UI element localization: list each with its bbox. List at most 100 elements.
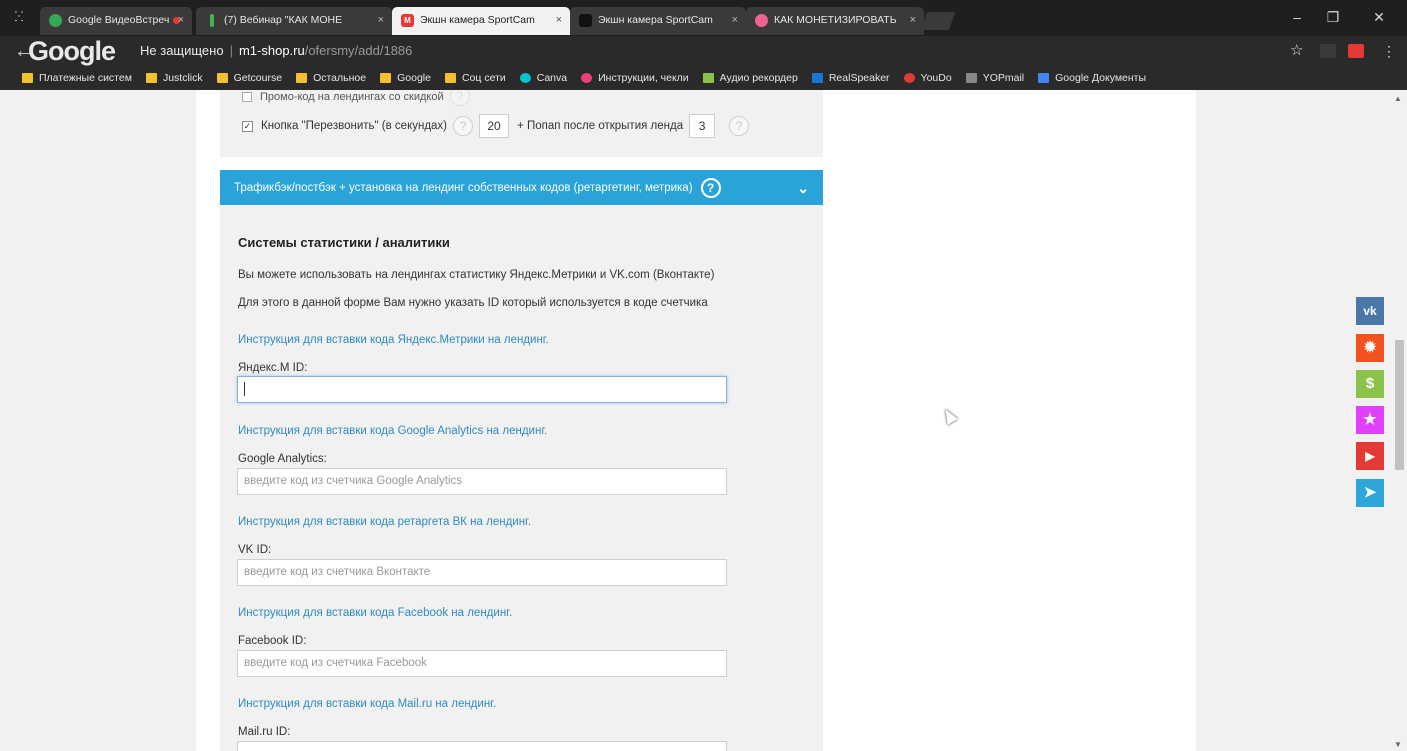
scroll-up-arrow-icon[interactable]: ▲	[1394, 94, 1402, 103]
yandex-id-input[interactable]	[237, 376, 727, 403]
settings-share-button[interactable]: ✹	[1356, 334, 1384, 362]
star-icon: ★	[1363, 411, 1377, 428]
popup-label: + Попап после открытия лендa	[517, 120, 684, 132]
bookmark-label: Остальное	[313, 72, 367, 84]
bookmark-justclick[interactable]: Justclick	[145, 72, 203, 84]
bookmark-payment[interactable]: Платежные систем	[22, 72, 132, 84]
restore-icon[interactable]: ❐	[1318, 6, 1348, 28]
bookmark-youdo[interactable]: YouDo	[903, 72, 952, 84]
bookmark-label: Платежные систем	[39, 72, 132, 84]
folder-icon	[380, 73, 392, 83]
telegram-icon: ➤	[1363, 484, 1377, 501]
bookmark-yopmail[interactable]: YOPmail	[965, 72, 1024, 84]
callback-checkbox[interactable]: ✓	[242, 120, 253, 132]
tab-sportcam[interactable]: Экшн камера SportCam ×	[570, 7, 746, 35]
bookmark-other[interactable]: Остальное	[296, 72, 366, 84]
bookmark-instructions[interactable]: Инструкции, чекли	[581, 72, 689, 84]
browser-menu-icon[interactable]: ⋮	[1382, 42, 1396, 60]
help-icon[interactable]: ?	[449, 90, 470, 106]
tab-webinar[interactable]: (7) Вебинар "КАК МОНЕ ×	[196, 7, 392, 35]
mailru-instruction-link[interactable]: Инструкция для вставки кода Mail.ru на л…	[238, 698, 496, 710]
google-analytics-label: Google Analytics:	[238, 453, 327, 465]
bookmark-label: Аудио рекордер	[719, 72, 798, 84]
mailru-id-label: Mail.ru ID:	[238, 726, 291, 738]
vk-id-input[interactable]: введите код из счетчика Вконтакте	[237, 559, 727, 586]
close-tab-icon[interactable]: ×	[732, 7, 738, 33]
close-tab-icon[interactable]: ×	[178, 7, 184, 33]
bookmark-label: Соц сети	[461, 72, 506, 84]
bookmark-canva[interactable]: Canva	[519, 72, 567, 84]
close-tab-icon[interactable]: ×	[910, 7, 916, 33]
google-meet-favicon-icon	[49, 14, 62, 27]
promo-code-row[interactable]: Промо-код на лендингах со скидкой?	[242, 90, 476, 106]
extension-icon[interactable]	[1320, 44, 1336, 58]
security-indicator[interactable]: Не защищено	[140, 43, 224, 58]
realspeaker-icon	[811, 73, 823, 83]
close-window-icon[interactable]: ✕	[1364, 6, 1394, 28]
address-bar[interactable]: Не защищено | m1-shop.ru/ofersmy/add/1886	[140, 42, 412, 60]
help-icon[interactable]: ?	[453, 116, 474, 136]
bookmark-google[interactable]: Google	[380, 72, 431, 84]
tab-title: (7) Вебинар "КАК МОНЕ	[224, 14, 343, 26]
bookmark-label: Google	[397, 72, 431, 84]
incognito-icon[interactable]: ⵘ	[8, 6, 30, 28]
bookmark-realspeaker[interactable]: RealSpeaker	[811, 72, 890, 84]
star-share-button[interactable]: ★	[1356, 406, 1384, 434]
popup-value-input[interactable]: 3	[689, 114, 716, 138]
scroll-thumb[interactable]	[1395, 340, 1404, 470]
page-favicon-icon	[579, 14, 592, 27]
address-host: m1-shop.ru	[238, 43, 305, 58]
tab-sportcam-active[interactable]: M Экшн камера SportCam ×	[392, 7, 570, 35]
promo-checkbox[interactable]	[242, 92, 252, 103]
new-tab-button[interactable]	[920, 12, 956, 30]
yopmail-icon	[965, 73, 977, 83]
yandex-instruction-link[interactable]: Инструкция для вставки кода Яндекс.Метри…	[238, 334, 549, 346]
vk-instruction-link[interactable]: Инструкция для вставки кода ретаргета ВК…	[238, 516, 531, 528]
tab-title: Экшн камера SportCam	[598, 14, 713, 26]
callback-seconds-input[interactable]: 20	[479, 114, 510, 138]
money-share-button[interactable]: $	[1356, 370, 1384, 398]
google-analytics-input[interactable]: введите код из счетчика Google Analytics	[237, 468, 727, 495]
extension-red-icon[interactable]	[1348, 44, 1364, 58]
facebook-id-label: Facebook ID:	[238, 635, 307, 647]
close-tab-icon[interactable]: ×	[556, 7, 562, 33]
bookmark-audio-recorder[interactable]: Аудио рекордер	[702, 72, 798, 84]
tab-google-meet[interactable]: Google ВидеоВстреч ×	[40, 7, 192, 35]
youtube-icon: ▶	[1365, 449, 1375, 463]
m1-favicon-icon: M	[401, 14, 414, 27]
folder-icon	[444, 73, 456, 83]
facebook-id-input[interactable]: введите код из счетчика Facebook	[237, 650, 727, 677]
accordion-title: Трафикбэк/постбэк + установка на лендинг…	[234, 182, 693, 194]
folder-icon	[216, 73, 228, 83]
telegram-share-button[interactable]: ➤	[1356, 479, 1384, 507]
tab-monetize[interactable]: КАК МОНЕТИЗИРОВАТЬ ×	[746, 7, 924, 35]
canva-icon	[519, 73, 531, 83]
facebook-instruction-link[interactable]: Инструкция для вставки кода Facebook на …	[238, 607, 512, 619]
google-logo-watermark: Google	[28, 36, 116, 66]
help-icon[interactable]: ?	[729, 116, 750, 136]
callback-row: ✓ Кнопка "Перезвонить" (в секундах) ? 20…	[242, 114, 755, 138]
bookmark-getcourse[interactable]: Getcourse	[216, 72, 282, 84]
help-icon[interactable]: ?	[700, 177, 721, 198]
chevron-down-icon[interactable]: ⌄	[797, 170, 809, 206]
google-analytics-instruction-link[interactable]: Инструкция для вставки кода Google Analy…	[238, 425, 547, 437]
close-tab-icon[interactable]: ×	[378, 7, 384, 33]
webinar-favicon-icon	[210, 14, 214, 27]
description-line-2: Для этого в данной форме Вам нужно указа…	[238, 297, 708, 309]
mailru-id-input[interactable]	[237, 741, 727, 751]
youtube-share-button[interactable]: ▶	[1356, 442, 1384, 470]
trafficback-accordion[interactable]: Трафикбэк/постбэк + установка на лендинг…	[220, 170, 823, 206]
vk-share-button[interactable]: vk	[1356, 297, 1384, 325]
bookmark-label: YouDo	[920, 72, 952, 84]
section-title: Системы статистики / аналитики	[238, 235, 450, 250]
bookmark-star-icon[interactable]: ☆	[1290, 42, 1303, 60]
scroll-down-arrow-icon[interactable]: ▼	[1394, 740, 1402, 749]
minimize-icon[interactable]: –	[1282, 6, 1312, 28]
vk-id-label: VK ID:	[238, 544, 272, 556]
page-scrollbar[interactable]: ▲ ▼	[1390, 90, 1407, 751]
browser-toolbar: ← Google Не защищено | m1-shop.ru/ofersmy/…	[0, 36, 1407, 66]
tab-title: Экшн камера SportCam	[420, 14, 535, 26]
bookmark-social[interactable]: Соц сети	[444, 72, 506, 84]
bookmark-google-docs[interactable]: Google Документы	[1038, 72, 1146, 84]
google-docs-icon	[1038, 73, 1050, 83]
